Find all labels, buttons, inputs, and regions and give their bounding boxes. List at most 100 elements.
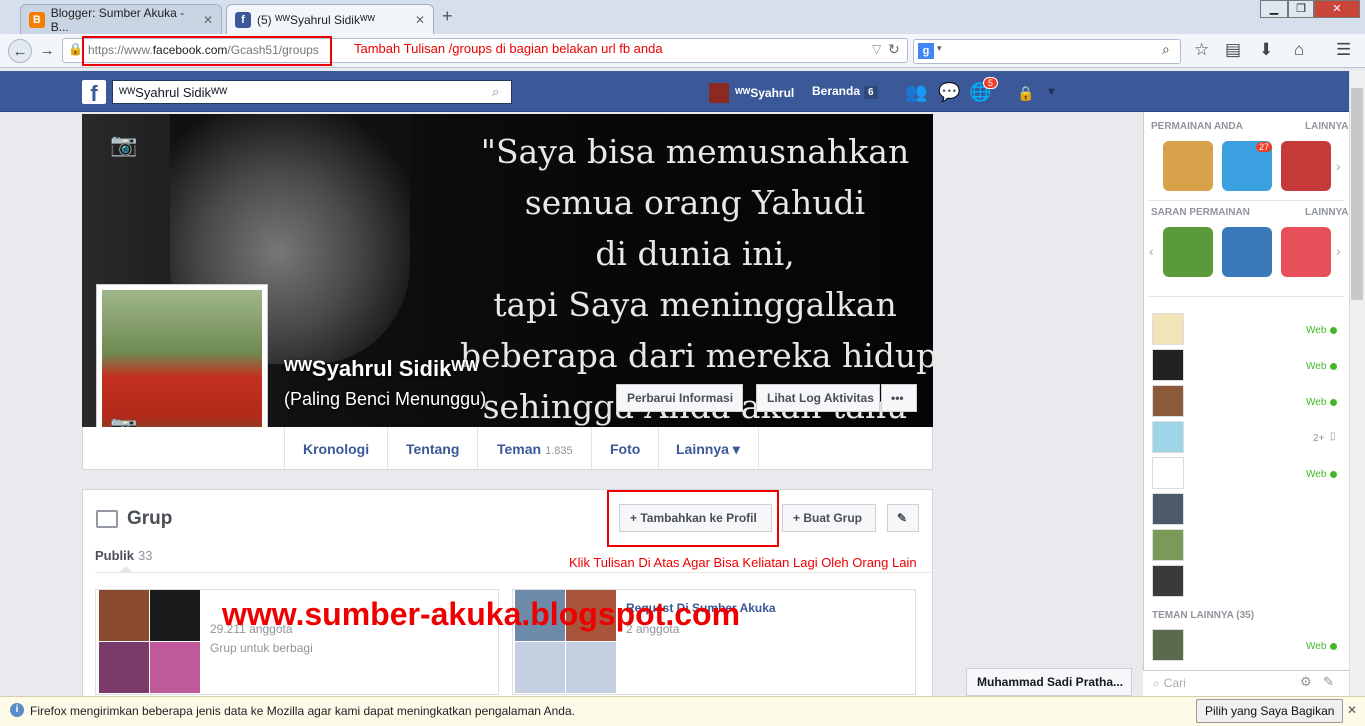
account-dropdown-icon[interactable]: ▼ (1046, 86, 1057, 98)
close-tab-icon[interactable]: ✕ (415, 13, 425, 27)
blogger-icon: B (29, 11, 45, 28)
game-guitar-flash-icon[interactable] (1222, 227, 1272, 277)
more-options-button[interactable]: ••• (881, 384, 917, 412)
facebook-logo-icon[interactable]: f (82, 80, 106, 106)
back-icon[interactable]: ← (8, 39, 32, 63)
activity-log-button[interactable]: Lihat Log Aktivitas (756, 384, 880, 412)
header-home-link[interactable]: Beranda 6 (812, 84, 878, 99)
chevron-right-icon[interactable]: › (1336, 243, 1341, 259)
watermark-text: www.sumber-akuka.blogspot.com (222, 596, 741, 632)
game-social-empires-icon[interactable] (1281, 141, 1331, 191)
close-window-button[interactable]: ✕ (1314, 0, 1360, 18)
tab-pointer (120, 566, 132, 572)
bookmarks-list-icon[interactable]: ▤ (1225, 40, 1241, 60)
group-thumbnail (99, 642, 149, 693)
maximize-button[interactable]: ❐ (1288, 0, 1314, 18)
online-dot (1330, 643, 1337, 650)
close-tab-icon[interactable]: ✕ (203, 13, 213, 27)
edit-pencil-icon[interactable]: ✎ (887, 504, 919, 532)
tab-label: (5) ᵂᵂSyahrul Sidikᵂᵂ (257, 12, 375, 27)
contact-status: Web (1306, 641, 1327, 652)
scrollbar-thumb[interactable] (1351, 88, 1363, 300)
search-icon[interactable]: ⌕ (1162, 41, 1170, 58)
facebook-search-input[interactable]: ᵂᵂSyahrul Sidikᵂᵂ (112, 80, 512, 104)
contact-status: Web (1306, 469, 1327, 480)
notification-text: Firefox mengirimkan beberapa jenis data … (30, 704, 575, 718)
url-text[interactable]: https://www.facebook.com/Gcash51/groups (82, 36, 332, 66)
filter-public[interactable]: Publik 33 (95, 548, 152, 563)
header-profile-link[interactable]: ᵂᵂSyahrul (709, 83, 794, 103)
forward-icon[interactable]: → (35, 39, 59, 63)
contact-status: Web (1306, 361, 1327, 372)
chat-contact-avatar[interactable] (1152, 421, 1184, 453)
games-more-link[interactable]: LAINNYA (1305, 121, 1349, 132)
gear-icon[interactable]: ⚙ (1300, 674, 1312, 690)
tab-about[interactable]: Tentang (388, 427, 479, 470)
messages-icon[interactable]: 💬 (938, 82, 960, 103)
tab-photos[interactable]: Foto (592, 427, 660, 470)
groups-annotation: Klik Tulisan Di Atas Agar Bisa Keliatan … (569, 555, 917, 570)
group-thumbnail (150, 590, 200, 641)
camera-icon[interactable]: 📷 (110, 132, 137, 158)
home-icon[interactable]: ⌂ (1294, 40, 1304, 60)
search-bar[interactable] (913, 39, 1181, 64)
silhouette-avatar-icon (566, 642, 616, 693)
game-suggestion-icon[interactable] (1163, 227, 1213, 277)
bookmark-star-icon[interactable]: ☆ (1194, 40, 1209, 60)
menu-icon[interactable]: ☰ (1336, 40, 1351, 60)
contact-status: Web (1306, 397, 1327, 408)
profile-alternate-name: (Paling Benci Menunggu) (284, 389, 487, 409)
minimize-button[interactable]: ▁ (1260, 0, 1288, 18)
silhouette-avatar-icon (515, 642, 565, 693)
tab-label: Blogger: Sumber Akuka - B... (50, 5, 185, 34)
tab-more[interactable]: Lainnya ▾ (658, 427, 759, 470)
suggested-more-link[interactable]: LAINNYA (1305, 207, 1349, 218)
close-icon[interactable]: ✕ (1347, 703, 1357, 717)
new-message-icon[interactable]: ✎ (1323, 674, 1334, 690)
create-group-button[interactable]: + Buat Grup (782, 504, 876, 532)
games-header: PERMAINAN ANDA (1151, 121, 1243, 132)
game-suggestion-icon[interactable] (1281, 227, 1331, 277)
search-icon[interactable]: ⌕ (492, 84, 499, 100)
profile-name[interactable]: ᵂᵂSyahrul Sidikᵂᵂ (284, 356, 479, 382)
privacy-lock-icon[interactable]: 🔒 (1017, 85, 1034, 102)
chat-contact-avatar[interactable] (1152, 565, 1184, 597)
chat-contact-avatar[interactable] (1152, 529, 1184, 561)
chevron-down-icon[interactable]: ▾ (937, 43, 942, 54)
chat-tab[interactable]: Muhammad Sadi Pratha... (966, 668, 1132, 696)
chat-search-input[interactable]: ⌕ Cari (1143, 670, 1349, 696)
chat-contact-avatar[interactable] (1152, 457, 1184, 489)
groups-title[interactable]: Grup (127, 508, 172, 530)
update-info-button[interactable]: Perbarui Informasi (616, 384, 743, 412)
chat-contact-avatar[interactable] (1152, 629, 1184, 661)
chevron-left-icon[interactable]: ‹ (1149, 243, 1154, 259)
online-dot (1330, 327, 1337, 334)
group-description: Grup untuk berbagi (210, 641, 313, 655)
divider (95, 572, 933, 573)
choose-share-button[interactable]: Pilih yang Saya Bagikan (1196, 699, 1344, 723)
tab-facebook[interactable]: f (5) ᵂᵂSyahrul Sidikᵂᵂ ✕ (226, 4, 434, 34)
chevron-right-icon[interactable]: › (1336, 158, 1341, 174)
avatar (709, 83, 729, 103)
group-thumbnail (150, 642, 200, 693)
new-tab-icon[interactable]: + (442, 6, 453, 27)
chat-contact-avatar[interactable] (1152, 493, 1184, 525)
tab-friends[interactable]: Teman 1.835 (479, 427, 592, 470)
chat-contact-avatar[interactable] (1152, 349, 1184, 381)
add-to-profile-button[interactable]: + Tambahkan ke Profil (619, 504, 772, 532)
url-annotation: Tambah Tulisan /groups di bagian belakan… (354, 41, 663, 56)
info-icon: i (10, 703, 24, 717)
download-icon[interactable]: ⬇ (1259, 40, 1273, 60)
tab-blogger[interactable]: B Blogger: Sumber Akuka - B... ✕ (20, 4, 222, 34)
google-icon[interactable]: g (918, 43, 934, 59)
game-ninja-saga-icon[interactable] (1163, 141, 1213, 191)
chat-contact-avatar[interactable] (1152, 385, 1184, 417)
dropdown-icon[interactable]: ▽ (872, 42, 881, 56)
tab-timeline[interactable]: Kronologi (284, 427, 389, 470)
groups-icon (96, 510, 118, 528)
chat-contact-avatar[interactable] (1152, 313, 1184, 345)
friend-requests-icon[interactable]: 👥 (905, 82, 927, 103)
contact-status: 2+ (1313, 433, 1325, 444)
reload-icon[interactable]: ↻ (888, 41, 900, 58)
lock-icon: 🔒 (68, 42, 83, 56)
